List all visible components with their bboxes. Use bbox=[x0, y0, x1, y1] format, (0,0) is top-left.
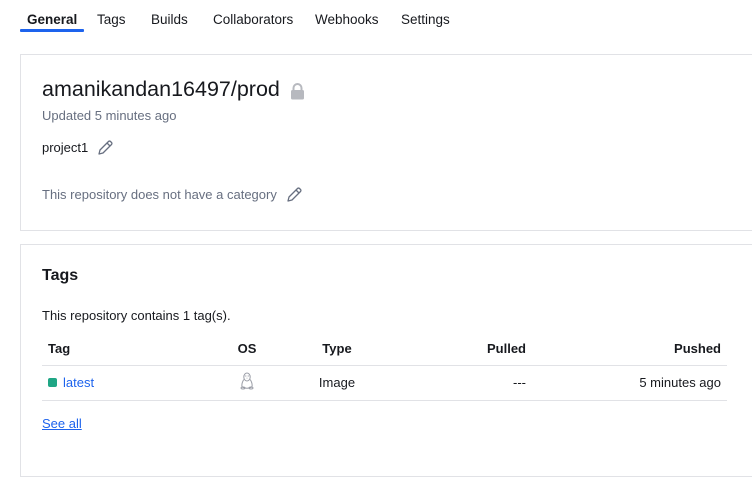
pushed-cell: 5 minutes ago bbox=[532, 365, 727, 401]
repository-name: amanikandan16497/prod bbox=[42, 77, 280, 101]
tags-table: Tag OS Type Pulled Pushed latest Image -… bbox=[42, 333, 727, 401]
repository-title: amanikandan16497/prod bbox=[42, 77, 305, 102]
column-header-pulled: Pulled bbox=[382, 333, 532, 366]
category-row: This repository does not have a category bbox=[42, 186, 303, 203]
tag-link[interactable]: latest bbox=[63, 375, 94, 390]
tags-card: Tags This repository contains 1 tag(s). … bbox=[20, 244, 752, 477]
status-dot-icon bbox=[48, 378, 57, 387]
tags-summary: This repository contains 1 tag(s). bbox=[42, 308, 231, 323]
repository-description: project1 bbox=[42, 140, 89, 155]
linux-icon bbox=[240, 372, 254, 390]
type-cell: Image bbox=[292, 365, 382, 401]
tab-webhooks[interactable]: Webhooks bbox=[315, 0, 379, 33]
column-header-os: OS bbox=[202, 333, 292, 366]
column-header-tag: Tag bbox=[42, 333, 202, 366]
table-row: latest Image --- 5 minutes ago bbox=[42, 365, 727, 401]
lock-icon bbox=[290, 82, 305, 100]
os-cell bbox=[202, 365, 292, 401]
tab-settings[interactable]: Settings bbox=[401, 0, 450, 33]
tab-builds[interactable]: Builds bbox=[151, 0, 188, 33]
tab-tags[interactable]: Tags bbox=[97, 0, 126, 33]
column-header-type: Type bbox=[292, 333, 382, 366]
description-row: project1 bbox=[42, 139, 114, 156]
category-text: This repository does not have a category bbox=[42, 187, 277, 202]
last-updated-text: Updated 5 minutes ago bbox=[42, 108, 177, 123]
table-header-row: Tag OS Type Pulled Pushed bbox=[42, 333, 727, 366]
tab-collaborators[interactable]: Collaborators bbox=[213, 0, 293, 33]
tab-bar: General Tags Builds Collaborators Webhoo… bbox=[0, 0, 752, 36]
repository-info-card: amanikandan16497/prod Updated 5 minutes … bbox=[20, 54, 752, 231]
pencil-icon[interactable] bbox=[97, 139, 114, 156]
column-header-pushed: Pushed bbox=[532, 333, 727, 366]
pencil-icon[interactable] bbox=[286, 186, 303, 203]
tag-cell: latest bbox=[42, 365, 202, 401]
tags-heading: Tags bbox=[42, 267, 79, 284]
pulled-cell: --- bbox=[382, 365, 532, 401]
tab-general[interactable]: General bbox=[19, 0, 85, 33]
see-all-link[interactable]: See all bbox=[42, 416, 82, 431]
